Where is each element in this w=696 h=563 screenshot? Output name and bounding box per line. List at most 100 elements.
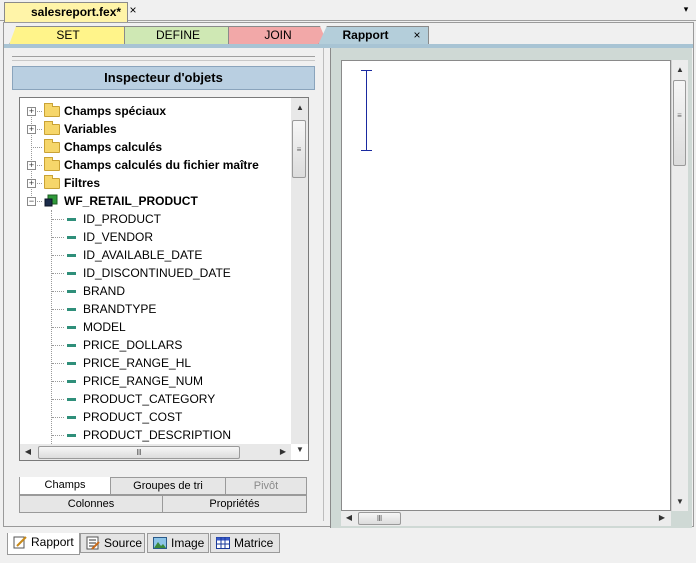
- tree-field-item[interactable]: PRICE_RANGE_HL: [20, 354, 290, 372]
- tree-item-filtres[interactable]: + Filtres: [20, 174, 290, 192]
- source-code-icon: [86, 536, 100, 550]
- tree-field-item[interactable]: MODEL: [20, 318, 290, 336]
- tree-item-champs-speciaux[interactable]: + Champs spéciaux: [20, 102, 290, 120]
- canvas-scroll-down-arrow-icon[interactable]: ▼: [672, 494, 688, 510]
- expand-plus-icon[interactable]: +: [27, 107, 36, 116]
- tree-field-label: PRODUCT_DESCRIPTION: [83, 428, 232, 442]
- field-icon: [67, 308, 76, 311]
- scroll-up-arrow-icon[interactable]: ▲: [292, 100, 308, 116]
- tree-connector: [52, 309, 64, 310]
- tab-pivot[interactable]: Pivôt: [225, 477, 307, 495]
- tree-field-label: BRAND: [83, 284, 126, 298]
- expand-plus-icon[interactable]: +: [27, 125, 36, 134]
- tree-connector: [52, 327, 64, 328]
- view-tab-rapport[interactable]: Rapport: [7, 533, 80, 555]
- tab-define[interactable]: DEFINE: [124, 26, 232, 45]
- tree-vertical-scroll-thumb[interactable]: ≡: [292, 120, 306, 178]
- tab-set[interactable]: SET: [9, 26, 127, 45]
- tree-connector: [37, 111, 42, 112]
- report-edit-icon: [13, 536, 27, 549]
- document-tab-close-icon[interactable]: ×: [126, 3, 140, 17]
- view-tab-label: Rapport: [31, 535, 74, 549]
- field-icon: [67, 218, 76, 221]
- tree-field-item[interactable]: PRODUCT_COST: [20, 408, 290, 426]
- tree-field-item[interactable]: PRICE_DOLLARS: [20, 336, 290, 354]
- tree-connector: [52, 417, 64, 418]
- tab-proprietes[interactable]: Propriétés: [162, 495, 307, 513]
- field-icon: [67, 326, 76, 329]
- tree-connector: [37, 165, 42, 166]
- report-canvas[interactable]: [341, 60, 671, 511]
- scroll-down-arrow-icon[interactable]: ▼: [292, 442, 308, 458]
- view-tab-image[interactable]: Image: [147, 533, 209, 553]
- folder-icon: [44, 175, 60, 189]
- folder-icon: [44, 121, 60, 135]
- tree-connector: [52, 345, 64, 346]
- tree-item-label: Champs spéciaux: [64, 104, 167, 118]
- tree-field-label: ID_AVAILABLE_DATE: [83, 248, 203, 262]
- tree-field-item[interactable]: PRICE_RANGE_NUM: [20, 372, 290, 390]
- tree-item-champs-calcules-maitre[interactable]: + Champs calculés du fichier maître: [20, 156, 290, 174]
- text-cursor-bottom: [361, 150, 372, 151]
- collapse-minus-icon[interactable]: −: [27, 197, 36, 206]
- image-icon: [153, 537, 167, 549]
- tree-field-item[interactable]: ID_DISCONTINUED_DATE: [20, 264, 290, 282]
- field-icon: [67, 254, 76, 257]
- tree-item-variables[interactable]: + Variables: [20, 120, 290, 138]
- tree-field-label: ID_DISCONTINUED_DATE: [83, 266, 231, 280]
- tree-item-label: Filtres: [64, 176, 101, 190]
- tab-join[interactable]: JOIN: [228, 26, 328, 45]
- tree-field-label: ID_VENDOR: [83, 230, 154, 244]
- view-tab-label: Source: [104, 536, 143, 550]
- tab-join-label: JOIN: [264, 28, 292, 42]
- tree-connector: [52, 399, 64, 400]
- view-tab-matrice[interactable]: Matrice: [210, 533, 280, 553]
- tree-field-item[interactable]: ID_AVAILABLE_DATE: [20, 246, 290, 264]
- canvas-vertical-scroll-thumb[interactable]: ≡: [673, 80, 686, 166]
- object-tree[interactable]: + Champs spéciaux + Variables Champs cal…: [19, 97, 309, 461]
- tab-colonnes[interactable]: Colonnes: [19, 495, 163, 513]
- tree-field-item[interactable]: ID_VENDOR: [20, 228, 290, 246]
- canvas-horizontal-scroll-thumb[interactable]: Ⅲ: [358, 512, 401, 525]
- tab-rapport-close-icon[interactable]: ×: [411, 28, 423, 42]
- field-icon: [67, 416, 76, 419]
- tab-rapport-label: Rapport: [342, 28, 389, 42]
- tree-item-wf-retail-product[interactable]: − WF_RETAIL_PRODUCT: [20, 192, 290, 210]
- folder-icon: [44, 103, 60, 117]
- tree-connector: [52, 435, 64, 436]
- inspector-title: Inspecteur d'objets: [12, 66, 315, 90]
- tab-define-label: DEFINE: [155, 28, 200, 42]
- tree-horizontal-scroll-thumb[interactable]: Ⅲ: [38, 446, 240, 459]
- window-menu-chevron-icon[interactable]: ▾: [679, 2, 693, 16]
- tree-field-item[interactable]: BRAND: [20, 282, 290, 300]
- canvas-scroll-left-arrow-icon[interactable]: ◀: [342, 511, 356, 525]
- tab-groupes-de-tri[interactable]: Groupes de tri: [110, 477, 226, 495]
- scroll-left-arrow-icon[interactable]: ◀: [21, 445, 35, 459]
- field-icon: [67, 362, 76, 365]
- tree-item-label: Champs calculés du fichier maître: [64, 158, 259, 172]
- tree-connector: [52, 219, 64, 220]
- matrix-grid-icon: [216, 537, 230, 549]
- document-tab[interactable]: salesreport.fex*: [4, 2, 129, 22]
- view-tab-source[interactable]: Source: [80, 533, 145, 553]
- canvas-scroll-up-arrow-icon[interactable]: ▲: [672, 62, 688, 78]
- expand-plus-icon[interactable]: +: [27, 179, 36, 188]
- tree-field-item[interactable]: ID_PRODUCT: [20, 210, 290, 228]
- tab-champs[interactable]: Champs: [19, 477, 111, 495]
- view-tab-label: Image: [171, 536, 205, 550]
- canvas-scroll-right-arrow-icon[interactable]: ▶: [655, 511, 669, 525]
- tree-item-label: WF_RETAIL_PRODUCT: [64, 194, 198, 208]
- tree-field-label: ID_PRODUCT: [83, 212, 162, 226]
- tree-item-champs-calcules[interactable]: Champs calculés: [20, 138, 290, 156]
- panel-divider: [12, 60, 315, 61]
- scroll-right-arrow-icon[interactable]: ▶: [276, 445, 290, 459]
- tree-connector: [37, 201, 42, 202]
- tree-field-item[interactable]: PRODUCT_CATEGORY: [20, 390, 290, 408]
- tree-connector: [52, 273, 64, 274]
- tree-field-item[interactable]: BRANDTYPE: [20, 300, 290, 318]
- expand-plus-icon[interactable]: +: [27, 161, 36, 170]
- tab-set-label: SET: [56, 28, 80, 42]
- tree-field-item[interactable]: PRODUCT_DESCRIPTION: [20, 426, 290, 444]
- tree-connector: [52, 363, 64, 364]
- folder-icon: [44, 157, 60, 171]
